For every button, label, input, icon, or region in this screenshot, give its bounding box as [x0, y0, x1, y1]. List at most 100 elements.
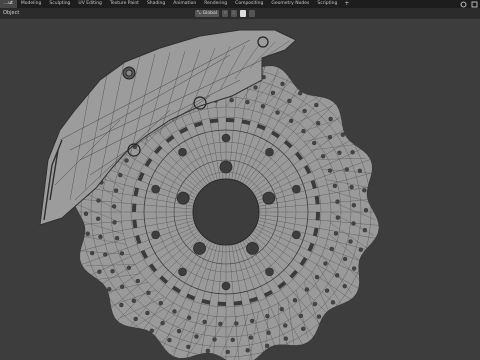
view-layer-icon[interactable] [471, 1, 478, 8]
workspace-tab-shading[interactable]: Shading [143, 0, 169, 8]
vent-hole [348, 239, 353, 244]
workspace-tab-texture-paint[interactable]: Texture Paint [106, 0, 143, 8]
vent-hole [335, 215, 341, 220]
vent-hole [316, 314, 322, 319]
vent-hole [158, 300, 164, 306]
vent-hole [270, 90, 276, 96]
vent-hole [131, 298, 137, 304]
workspace-tab-uv-editing[interactable]: UV Editing [74, 0, 105, 8]
slot-dash [135, 235, 142, 245]
vent-hole [351, 266, 357, 271]
snap-icon[interactable]: ∴ [230, 10, 237, 17]
transform-orientation-label: Global [202, 11, 217, 16]
slot-dash [249, 296, 259, 303]
lug-bolt-hole [219, 160, 233, 174]
vent-hole [351, 203, 357, 208]
slot-dash [314, 195, 320, 205]
vent-hole [344, 167, 349, 172]
vent-hole [205, 348, 211, 354]
object-mode-label[interactable]: Object [3, 10, 19, 16]
slot-dash [201, 298, 211, 305]
proportional-icon[interactable] [239, 10, 246, 17]
vent-hole [298, 313, 303, 319]
vent-hole [133, 316, 138, 322]
workspace-tab-scripting[interactable]: Scripting [313, 0, 341, 8]
vent-hole [337, 150, 342, 155]
vent-hole [248, 335, 254, 340]
vent-hole [342, 283, 347, 289]
slot-dash [132, 219, 138, 229]
vent-hole [327, 168, 333, 173]
workspace-tab-rendering[interactable]: Rendering [200, 0, 231, 8]
hat-bolt-hole [292, 230, 301, 240]
vent-hole [112, 220, 117, 225]
add-workspace-button[interactable]: + [341, 0, 352, 8]
vent-hole [351, 221, 356, 226]
vent-hole [119, 302, 124, 308]
vent-hole [333, 231, 339, 236]
vent-hole [312, 140, 317, 146]
vent-hole [304, 287, 310, 292]
vent-hole [119, 284, 125, 289]
vent-hole [103, 252, 108, 257]
vent-hole [107, 286, 112, 292]
scene-icon[interactable] [460, 1, 467, 8]
vent-hole [83, 211, 89, 216]
vent-hole [329, 246, 334, 252]
caliper-bolt-top-inner [125, 69, 133, 77]
lug-bolt-hole [262, 191, 276, 205]
vent-hole [328, 116, 333, 122]
vent-hole [212, 337, 217, 342]
vent-hole [335, 199, 340, 204]
slot-dash [233, 300, 243, 306]
vent-hole [124, 158, 129, 163]
slot-dash [193, 121, 203, 128]
vent-hole [327, 135, 333, 140]
vent-hole [350, 150, 355, 155]
vent-hole [186, 344, 191, 350]
transform-orientation-dropdown[interactable]: ⤡ Global [195, 10, 219, 17]
lug-bolt-hole [176, 191, 190, 205]
hat-bolt-hole [292, 184, 301, 194]
hat-bolt-hole [265, 147, 274, 157]
hat-bolt-hole [265, 267, 274, 277]
vent-hole [283, 336, 288, 341]
vent-hole [96, 198, 101, 203]
vent-hole [85, 231, 90, 236]
vent-hole [110, 269, 115, 274]
vent-hole [340, 132, 345, 138]
vent-hole [330, 300, 336, 305]
lug-bolt-hole [246, 242, 259, 255]
center-bore [192, 178, 260, 246]
vent-hole [229, 97, 234, 103]
vent-hole [114, 235, 120, 241]
workspace-tab-modeling[interactable]: Modeling [17, 0, 45, 8]
vent-hole [98, 234, 103, 240]
proportional-falloff-button[interactable] [248, 10, 255, 17]
vent-hole [363, 208, 369, 213]
workspace-tab--ut[interactable]: ...ut [0, 0, 17, 8]
3d-viewport[interactable] [0, 19, 480, 360]
workspace-tab-sculpting[interactable]: Sculpting [45, 0, 74, 8]
vent-hole [146, 290, 151, 296]
vent-hole [249, 318, 255, 324]
pivot-point-button[interactable]: ⁘ [221, 10, 228, 17]
transform-orientation-icon: ⤡ [197, 11, 201, 16]
vent-hole [301, 128, 306, 134]
workspace-tab-animation[interactable]: Animation [169, 0, 200, 8]
vent-hole [145, 310, 150, 316]
vent-hole [118, 172, 123, 178]
vent-hole [176, 328, 182, 334]
vent-hole [186, 315, 192, 320]
vent-hole [275, 110, 280, 115]
hat-bolt-hole [151, 184, 160, 194]
workspace-tab-geometry-nodes[interactable]: Geometry Nodes [267, 0, 313, 8]
vent-hole [324, 288, 330, 293]
vent-hole [265, 313, 270, 319]
vent-hole [202, 319, 207, 325]
vent-hole [89, 250, 95, 256]
lug-bolt-hole [193, 242, 206, 255]
workspace-tab-compositing[interactable]: Compositing [231, 0, 267, 8]
vent-hole [160, 320, 165, 326]
vent-hole [234, 321, 239, 326]
